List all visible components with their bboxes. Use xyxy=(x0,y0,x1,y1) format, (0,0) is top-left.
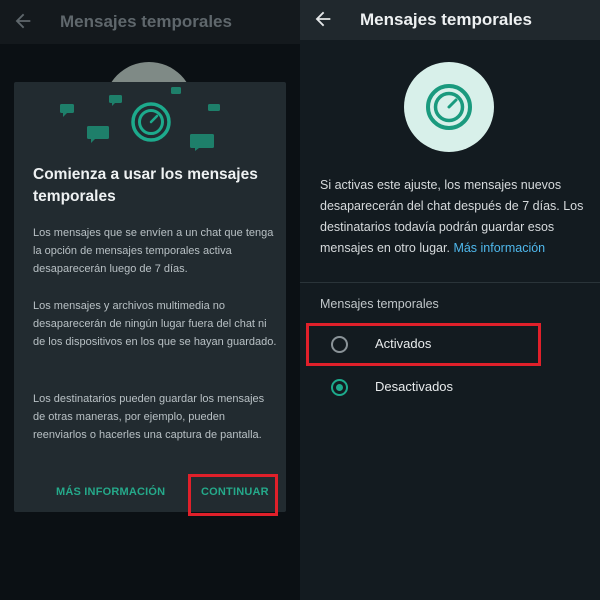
back-arrow-icon[interactable] xyxy=(12,10,34,32)
dialog-paragraph: Los mensajes y archivos multimedia no de… xyxy=(33,300,277,349)
option-desactivados[interactable]: Desactivados xyxy=(300,369,600,405)
dialog-paragraph: Los mensajes que se envíen a un chat que… xyxy=(33,227,274,276)
option-activados[interactable]: Activados xyxy=(300,326,600,362)
chat-bubble-icon xyxy=(60,104,74,117)
more-info-button[interactable]: MÁS INFORMACIÓN xyxy=(56,486,165,498)
dialog-paragraph: Los destinatarios pueden guardar los men… xyxy=(33,393,265,442)
chat-bubble-icon xyxy=(190,134,214,151)
left-screen: Mensajes temporales Comienza a usar los … xyxy=(0,0,300,600)
app-title: Mensajes temporales xyxy=(60,12,232,31)
stopwatch-icon xyxy=(131,102,171,142)
dialog-title: Comienza a usar los mensajes temporales xyxy=(33,166,258,205)
chat-bubble-icon xyxy=(171,87,181,94)
radio-unchecked-icon[interactable] xyxy=(331,336,348,353)
timer-hero xyxy=(404,62,494,152)
chat-bubble-icon xyxy=(87,126,109,143)
continue-button[interactable]: CONTINUAR xyxy=(201,486,269,498)
description: Si activas este ajuste, los mensajes nue… xyxy=(320,175,588,259)
app-title: Mensajes temporales xyxy=(360,10,532,29)
more-info-link[interactable]: Más información xyxy=(453,241,545,255)
chat-bubble-icon xyxy=(208,104,220,111)
chat-bubble-icon xyxy=(109,95,122,106)
section-label: Mensajes temporales xyxy=(320,297,439,311)
app-bar: Mensajes temporales xyxy=(0,0,300,44)
right-screen: Mensajes temporales Si activas este ajus… xyxy=(300,0,600,600)
radio-checked-icon[interactable] xyxy=(331,379,348,396)
divider xyxy=(300,282,600,283)
option-label: Activados xyxy=(375,336,432,351)
app-bar: Mensajes temporales xyxy=(300,0,600,40)
stopwatch-icon xyxy=(426,84,472,130)
timer-illustration xyxy=(60,87,220,151)
back-arrow-icon[interactable] xyxy=(312,8,334,30)
intro-dialog: Comienza a usar los mensajes temporales … xyxy=(14,82,286,512)
option-label: Desactivados xyxy=(375,379,454,394)
